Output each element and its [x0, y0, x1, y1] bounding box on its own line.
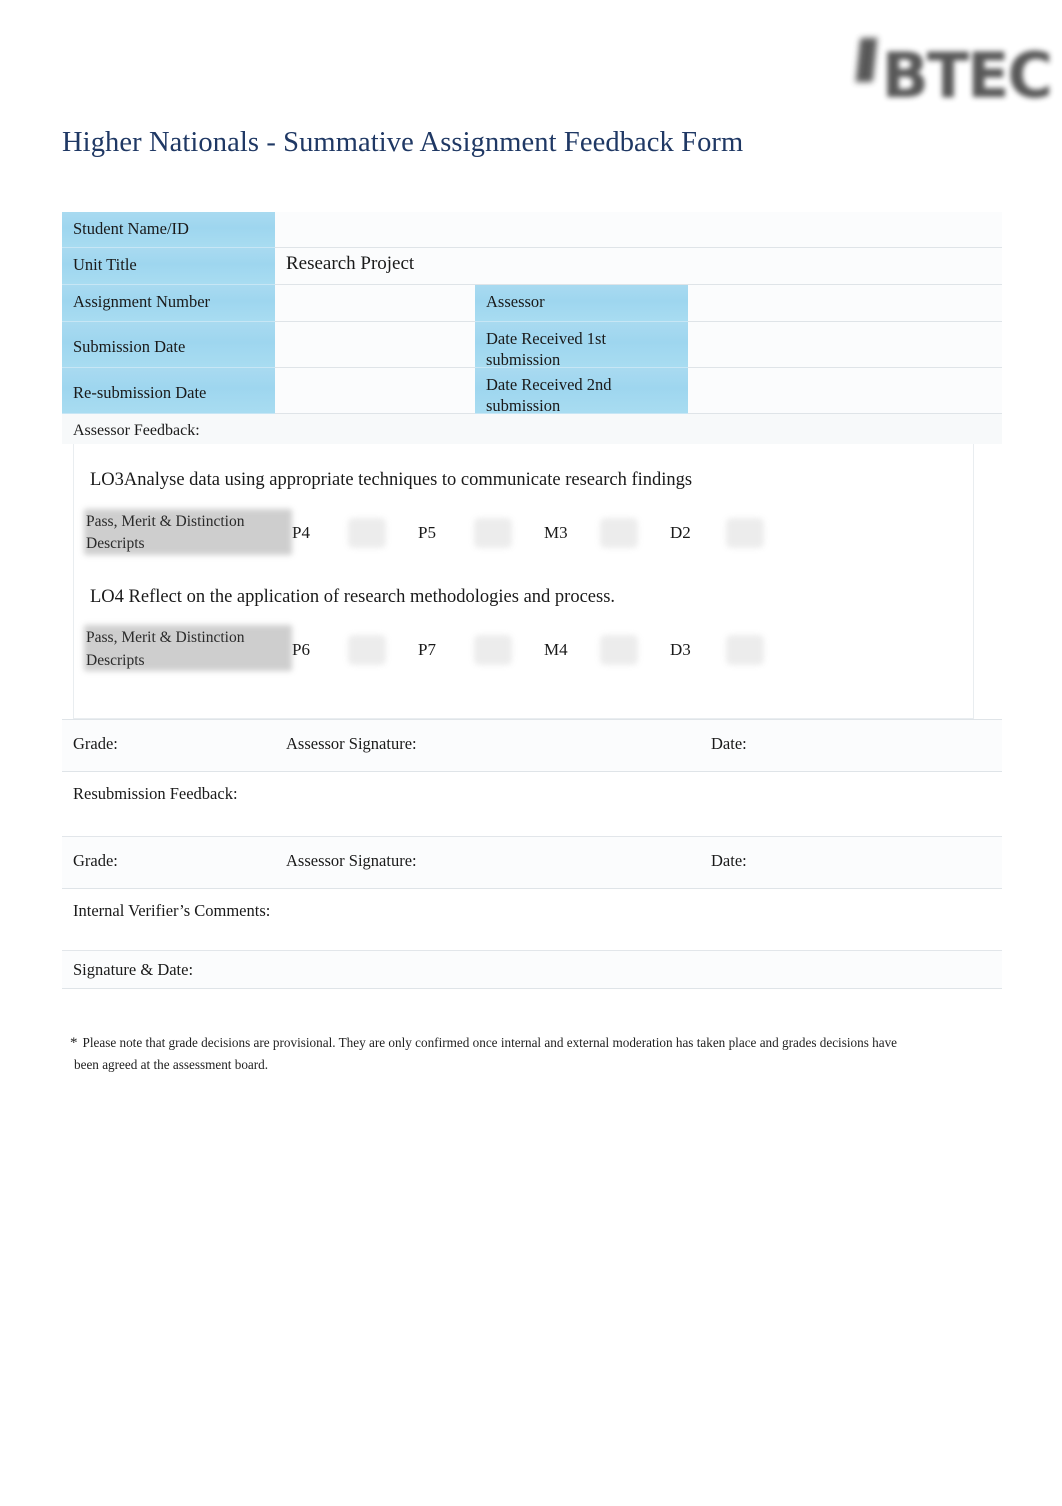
value-unit-title[interactable]: Research Project	[275, 248, 1002, 285]
label-student-name: Student Name/ID	[62, 212, 275, 248]
assessor-feedback-label: Assessor Feedback:	[62, 414, 1002, 444]
assessor-feedback-input[interactable]: LO3Analyse data using appropriate techni…	[73, 444, 974, 719]
criteria-cells-lo3: P4 P5 M3 D2	[292, 517, 796, 548]
table-row-submission-date: Submission Date Date Received 1st submis…	[62, 322, 1002, 369]
feedback-form-table: Student Name/ID Unit Title Research Proj…	[62, 212, 1002, 989]
label-assessor-signature-1[interactable]: Assessor Signature:	[275, 720, 700, 772]
table-row-student-name: Student Name/ID	[62, 212, 1002, 248]
criterion-checkbox-m4[interactable]	[600, 634, 638, 665]
criterion-checkbox-d3[interactable]	[726, 634, 764, 665]
table-row-unit-title: Unit Title Research Project	[62, 248, 1002, 285]
criterion-checkbox-p5[interactable]	[474, 517, 512, 548]
btec-logo-text: BTEC	[881, 39, 1053, 112]
value-submission-date[interactable]	[275, 322, 475, 368]
label-submission-date: Submission Date	[62, 322, 275, 368]
criterion-code-d2: D2	[670, 522, 691, 542]
table-row-signature-date: Signature & Date:	[62, 951, 1002, 989]
footnote: * Please note that grade decisions are pr…	[70, 1032, 995, 1076]
criteria-cells-lo4: P6 P7 M4 D3	[292, 634, 796, 665]
page-title: Higher Nationals - Summative Assignment …	[62, 127, 744, 158]
criterion-checkbox-p7[interactable]	[474, 634, 512, 665]
footnote-asterisk: *	[70, 1035, 78, 1051]
assessor-feedback-section: Assessor Feedback: LO3Analyse data using…	[62, 414, 1002, 720]
label-grade-2: Grade:	[62, 837, 275, 889]
table-row-internal-verifier-comments: Internal Verifier’s Comments:	[62, 889, 1002, 951]
criterion-checkbox-m3[interactable]	[600, 517, 638, 548]
criterion-checkbox-d2[interactable]	[726, 517, 764, 548]
label-assessor-signature-2[interactable]: Assessor Signature:	[275, 837, 700, 889]
learning-outcome-title-lo3: LO3Analyse data using appropriate techni…	[90, 470, 693, 490]
label-assessor: Assessor	[475, 285, 688, 322]
value-student-name[interactable]	[275, 212, 1002, 248]
label-assignment-number: Assignment Number	[62, 285, 275, 322]
criterion-code-d3: D3	[670, 639, 691, 659]
footnote-line-1: Please note that grade decisions are pro…	[82, 1035, 898, 1050]
table-row-resubmission-feedback: Resubmission Feedback:	[62, 772, 1002, 837]
criteria-row-lo4: Pass, Merit & Distinction Descripts P6 P…	[74, 626, 973, 674]
label-signature-date[interactable]: Signature & Date:	[62, 951, 1002, 989]
descriptor-label-lo3: Pass, Merit & Distinction Descripts	[86, 511, 292, 556]
label-resubmission-date: Re-submission Date	[62, 368, 275, 414]
label-date-received-1st: Date Received 1st submission	[475, 322, 688, 369]
criterion-checkbox-p6[interactable]	[348, 634, 386, 665]
criteria-row-lo3: Pass, Merit & Distinction Descripts P4 P…	[74, 509, 973, 557]
label-unit-title: Unit Title	[62, 248, 275, 285]
value-resubmission-date[interactable]	[275, 368, 475, 414]
table-row-grade-2: Grade: Assessor Signature: Date:	[62, 837, 1002, 889]
label-date-2[interactable]: Date:	[700, 837, 1002, 889]
criterion-code-m4: M4	[544, 639, 568, 659]
table-row-assignment-number: Assignment Number Assessor	[62, 285, 1002, 322]
criterion-checkbox-p4[interactable]	[348, 517, 386, 548]
value-assessor[interactable]	[688, 285, 1002, 322]
criterion-code-p5: P5	[418, 522, 436, 542]
btec-logo: BTEC	[836, 30, 1053, 122]
label-date-1[interactable]: Date:	[700, 720, 1002, 772]
criterion-code-p7: P7	[418, 639, 436, 659]
label-internal-verifier-comments[interactable]: Internal Verifier’s Comments:	[62, 889, 1002, 951]
value-assignment-number[interactable]	[275, 285, 475, 322]
criterion-code-p6: P6	[292, 639, 310, 659]
criterion-code-m3: M3	[544, 522, 568, 542]
footnote-line-2: been agreed at the assessment board.	[74, 1057, 269, 1073]
table-row-resubmission-date: Re-submission Date Date Received 2nd sub…	[62, 368, 1002, 415]
label-grade-1: Grade:	[62, 720, 275, 772]
label-resubmission-feedback[interactable]: Resubmission Feedback:	[62, 772, 1002, 837]
learning-outcome-title-lo4: LO4 Reflect on the application of resear…	[90, 586, 616, 607]
descriptor-label-lo4: Pass, Merit & Distinction Descripts	[86, 627, 292, 672]
criterion-code-p4: P4	[292, 522, 310, 542]
value-date-received-1st[interactable]	[688, 322, 1002, 368]
table-row-grade-1: Grade: Assessor Signature: Date:	[62, 720, 1002, 772]
value-date-received-2nd[interactable]	[688, 368, 1002, 414]
label-date-received-2nd: Date Received 2nd submission	[475, 368, 688, 415]
